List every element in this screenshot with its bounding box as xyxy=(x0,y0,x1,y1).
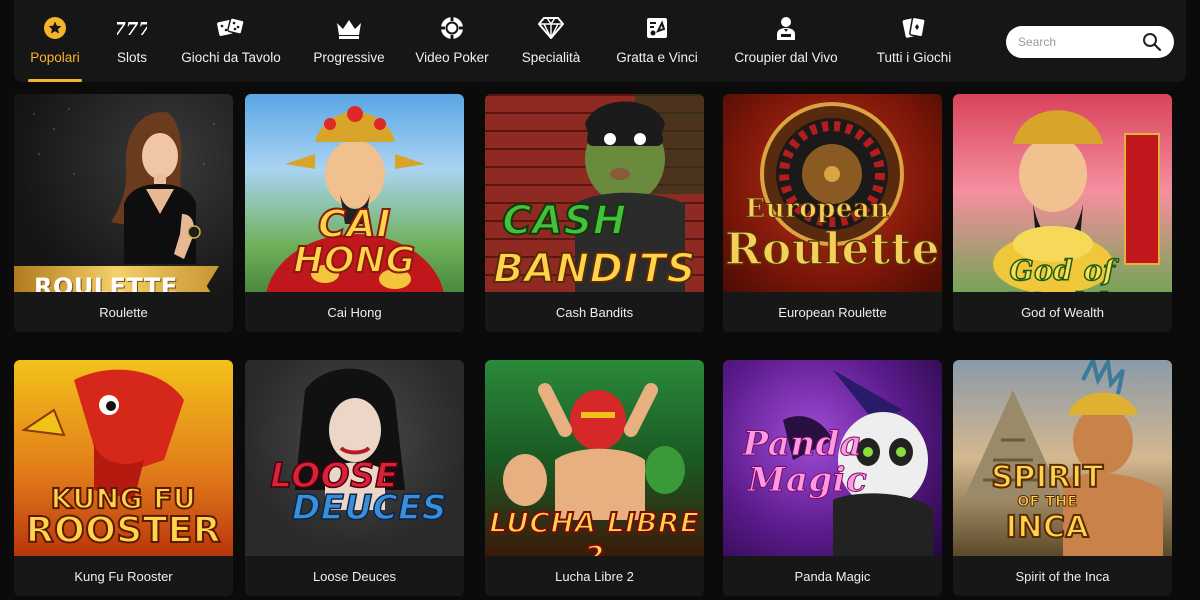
game-tile-loose-deuces[interactable]: LOOSE DEUCES Loose Deuces xyxy=(245,360,464,596)
game-title: Spirit of the Inca xyxy=(953,556,1172,596)
poker-chip-icon xyxy=(440,16,464,40)
nav-label: Giochi da Tavolo xyxy=(181,50,281,65)
nav-item-croupier-dal-vivo[interactable]: Croupier dal Vivo xyxy=(732,0,840,82)
playing-cards-icon xyxy=(901,16,927,40)
nav-label: Progressive xyxy=(313,50,385,65)
nav-item-gratta-e-vinci[interactable]: Gratta e Vinci xyxy=(612,0,702,82)
game-title: Panda Magic xyxy=(723,556,942,596)
game-tile-panda-magic[interactable]: Panda Magic Panda Magic xyxy=(723,360,942,596)
slots-777-icon: 777 xyxy=(117,16,147,40)
game-tile-roulette[interactable]: ROULETTE Roulette xyxy=(14,94,233,332)
game-logo-line: INCA xyxy=(1005,509,1090,546)
game-logo-line: HONG xyxy=(292,239,416,282)
game-logo-line: LUCHA LIBRE 2 xyxy=(488,505,700,556)
game-title: Kung Fu Rooster xyxy=(14,556,233,596)
nav-item-progressive[interactable]: Progressive xyxy=(313,0,385,82)
game-logo-line: European xyxy=(745,194,890,225)
dice-icon xyxy=(216,16,246,40)
game-title: Cai Hong xyxy=(245,292,464,332)
game-logo-line: SPIRIT xyxy=(990,459,1104,496)
game-logo-line: CASH xyxy=(501,197,627,245)
game-logo-line: Panda xyxy=(742,424,863,465)
game-logo-line: Roulette xyxy=(724,223,941,276)
nav-label: Tutti i Giochi xyxy=(876,50,952,65)
dealer-icon xyxy=(775,16,797,40)
nav-label: Popolari xyxy=(30,50,80,65)
nav-label: Video Poker xyxy=(415,50,489,65)
svg-text:777: 777 xyxy=(117,19,147,38)
crown-icon xyxy=(335,16,363,40)
nav-label: Gratta e Vinci xyxy=(616,50,698,65)
game-thumbnail: SPIRIT OF THE INCA xyxy=(953,360,1172,556)
nav-item-tutti-i-giochi[interactable]: Tutti i Giochi xyxy=(874,0,954,82)
search-icon[interactable] xyxy=(1142,32,1162,57)
nav-item-popolari[interactable]: Popolari xyxy=(28,0,82,82)
nav-label: Specialità xyxy=(521,50,581,65)
nav-label: Croupier dal Vivo xyxy=(734,50,838,65)
game-tile-cash-bandits[interactable]: CASH BANDITS Cash Bandits xyxy=(485,94,704,332)
game-thumbnail: CAI HONG xyxy=(245,94,464,310)
game-tile-god-of-wealth[interactable]: God of Wealth God of Wealth xyxy=(953,94,1172,332)
game-tile-kung-fu-rooster[interactable]: KUNG FU ROOSTER Kung Fu Rooster xyxy=(14,360,233,596)
game-title: Lucha Libre 2 xyxy=(485,556,704,596)
nav-item-giochi-da-tavolo[interactable]: Giochi da Tavolo xyxy=(180,0,282,82)
search-box[interactable] xyxy=(1006,26,1174,58)
game-title: Loose Deuces xyxy=(245,556,464,596)
nav-item-slots[interactable]: 777 Slots xyxy=(112,0,152,82)
star-icon xyxy=(43,16,67,40)
scratch-card-icon xyxy=(645,16,669,40)
game-thumbnail: LUCHA LIBRE 2 xyxy=(485,360,704,556)
nav-item-specialita[interactable]: Specialità xyxy=(520,0,582,82)
game-logo-line: ROOSTER xyxy=(25,509,222,552)
game-tile-cai-hong[interactable]: CAI HONG Cai Hong xyxy=(245,94,464,332)
game-tile-lucha-libre-2[interactable]: LUCHA LIBRE 2 Lucha Libre 2 xyxy=(485,360,704,596)
game-logo-line: OF THE xyxy=(1017,494,1078,511)
game-title: European Roulette xyxy=(723,292,942,332)
game-title: Roulette xyxy=(14,292,233,332)
game-thumbnail: European Roulette xyxy=(723,94,942,310)
game-tile-spirit-of-the-inca[interactable]: SPIRIT OF THE INCA Spirit of the Inca xyxy=(953,360,1172,596)
game-logo-line: BANDITS xyxy=(492,245,696,293)
game-thumbnail: KUNG FU ROOSTER xyxy=(14,360,233,556)
game-logo-line: DEUCES xyxy=(291,487,447,529)
game-thumbnail: God of Wealth xyxy=(953,94,1172,310)
diamond-icon xyxy=(538,16,564,40)
nav-label: Slots xyxy=(116,50,147,65)
game-title: Cash Bandits xyxy=(485,292,704,332)
game-logo-line: Magic xyxy=(747,460,868,501)
game-thumbnail: CASH BANDITS xyxy=(485,94,704,310)
game-thumbnail: Panda Magic xyxy=(723,360,942,556)
game-title: God of Wealth xyxy=(953,292,1172,332)
active-tab-indicator xyxy=(28,79,82,82)
game-tile-european-roulette[interactable]: European Roulette European Roulette xyxy=(723,94,942,332)
search-input[interactable] xyxy=(1006,26,1134,58)
game-thumbnail: ROULETTE xyxy=(14,94,233,310)
game-thumbnail: LOOSE DEUCES xyxy=(245,360,464,556)
nav-item-video-poker[interactable]: Video Poker xyxy=(414,0,490,82)
